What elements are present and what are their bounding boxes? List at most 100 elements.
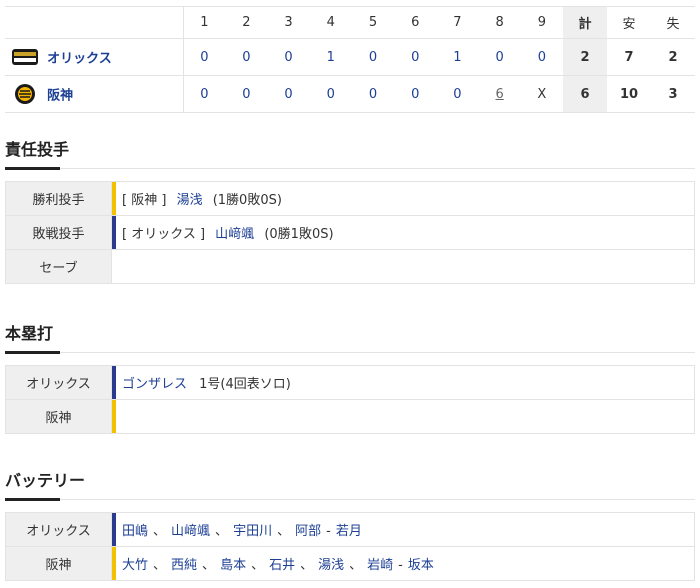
- inning-score[interactable]: 0: [225, 75, 268, 113]
- row-label: 阪神: [5, 399, 112, 434]
- pitcher-row-save: セーブ: [5, 249, 695, 284]
- row-label: 阪神: [5, 546, 112, 581]
- player-link[interactable]: 岩崎: [367, 558, 393, 573]
- total-hits: 10: [607, 75, 651, 113]
- player-link[interactable]: 石井: [269, 558, 295, 573]
- inning-score[interactable]: 0: [351, 38, 395, 76]
- errors-header: 失: [651, 6, 695, 39]
- homerun-row-home: 阪神: [5, 399, 695, 434]
- inning-score[interactable]: 0: [267, 75, 310, 113]
- homerun-detail: 1号(4回表ソロ): [199, 377, 291, 392]
- player-link[interactable]: 坂本: [408, 558, 434, 573]
- inning-score[interactable]: 0: [351, 75, 395, 113]
- row-value: ゴンザレス 1号(4回表ソロ): [111, 365, 695, 400]
- total-hits: 7: [607, 38, 651, 76]
- inning-score[interactable]: 0: [478, 38, 521, 76]
- team-name-link[interactable]: オリックス: [47, 52, 112, 67]
- inning-header: 6: [394, 6, 437, 39]
- inning-score[interactable]: 0: [520, 38, 563, 76]
- inning-score: X: [520, 75, 563, 113]
- section-divider: [5, 167, 695, 170]
- separator: 、: [215, 524, 229, 539]
- row-value: [ 阪神 ] 湯浅 (1勝0敗0S): [111, 181, 695, 216]
- inning-score[interactable]: 0: [394, 75, 437, 113]
- inning-score[interactable]: 0: [225, 38, 268, 76]
- runs-header: 計: [563, 6, 607, 39]
- homeruns-table: オリックス ゴンザレス 1号(4回表ソロ) 阪神: [5, 365, 695, 434]
- inning-score[interactable]: 0: [183, 38, 226, 76]
- battery-table: オリックス 田嶋、山﨑颯、宇田川、阿部 - 若月 阪神 大竹、西純、島本、石井、湯浅…: [5, 512, 695, 581]
- homeruns-section-title: 本塁打: [5, 324, 54, 343]
- inning-header: 3: [267, 6, 310, 39]
- player-link[interactable]: 大竹: [122, 558, 148, 573]
- team-row-away: オリックス 0 0 0 1 0 0 1 0 0 2 7 2: [5, 38, 695, 76]
- inning-header: 5: [351, 6, 395, 39]
- row-value: 大竹、西純、島本、石井、湯浅、岩崎 - 坂本: [111, 546, 695, 581]
- player-link[interactable]: 宇田川: [233, 524, 272, 539]
- row-value: [111, 249, 695, 284]
- separator: 、: [349, 558, 363, 573]
- inning-score[interactable]: 0: [267, 38, 310, 76]
- total-runs: 2: [563, 38, 607, 76]
- inning-score[interactable]: 0: [183, 75, 226, 113]
- team-name-link[interactable]: 阪神: [47, 89, 73, 104]
- team-cell[interactable]: オリックス: [5, 38, 184, 76]
- team-bracket: [ オリックス ]: [122, 227, 206, 242]
- tigers-logo-icon: [15, 84, 35, 104]
- team-row-home: 阪神 0 0 0 0 0 0 0 6 X 6 10 3: [5, 75, 695, 113]
- row-value: [ オリックス ] 山﨑颯 (0勝1敗0S): [111, 215, 695, 250]
- inning-header: 9: [520, 6, 563, 39]
- inning-header: 7: [436, 6, 479, 39]
- inning-score[interactable]: 0: [394, 38, 437, 76]
- battery-row-away: オリックス 田嶋、山﨑颯、宇田川、阿部 - 若月: [5, 512, 695, 547]
- row-label: セーブ: [5, 249, 112, 284]
- pitcher-record: (0勝1敗0S): [264, 227, 334, 242]
- pitcher-row-loss: 敗戦投手 [ オリックス ] 山﨑颯 (0勝1敗0S): [5, 215, 695, 250]
- player-link[interactable]: 島本: [220, 558, 246, 573]
- inning-score[interactable]: 1: [436, 38, 479, 76]
- scoreboard-header-row: 1 2 3 4 5 6 7 8 9 計 安 失: [5, 6, 695, 39]
- inning-score-link[interactable]: 6: [478, 75, 521, 113]
- player-link[interactable]: 阿部: [295, 524, 321, 539]
- total-runs: 6: [563, 75, 607, 113]
- hits-header: 安: [607, 6, 651, 39]
- player-link[interactable]: 山﨑颯: [215, 227, 254, 242]
- pitchers-table: 勝利投手 [ 阪神 ] 湯浅 (1勝0敗0S) 敗戦投手 [ オリックス ] 山…: [5, 181, 695, 284]
- player-link[interactable]: ゴンザレス: [122, 377, 187, 392]
- pitchers-section-title: 責任投手: [5, 140, 70, 159]
- scoreboard-table: 1 2 3 4 5 6 7 8 9 計 安 失 オリックス 0 0 0 1 0 …: [5, 6, 695, 113]
- row-value: 田嶋、山﨑颯、宇田川、阿部 - 若月: [111, 512, 695, 547]
- separator: 、: [153, 558, 167, 573]
- player-link[interactable]: 西純: [171, 558, 197, 573]
- player-link[interactable]: 湯浅: [318, 558, 344, 573]
- row-label: 勝利投手: [5, 181, 112, 216]
- separator: 、: [251, 558, 265, 573]
- separator: 、: [153, 524, 167, 539]
- row-label: 敗戦投手: [5, 215, 112, 250]
- separator: 、: [277, 524, 291, 539]
- separator: 、: [202, 558, 216, 573]
- inning-score[interactable]: 0: [309, 75, 352, 113]
- battery-section-title: バッテリー: [5, 471, 86, 490]
- pitcher-row-win: 勝利投手 [ 阪神 ] 湯浅 (1勝0敗0S): [5, 181, 695, 216]
- inning-header: 8: [478, 6, 521, 39]
- row-label: オリックス: [5, 365, 112, 400]
- inning-header: 2: [225, 6, 268, 39]
- row-label: オリックス: [5, 512, 112, 547]
- section-divider: [5, 351, 695, 354]
- team-cell[interactable]: 阪神: [5, 75, 184, 113]
- section-divider: [5, 498, 695, 501]
- battery-row-home: 阪神 大竹、西純、島本、石井、湯浅、岩崎 - 坂本: [5, 546, 695, 581]
- separator: -: [326, 524, 331, 539]
- player-link[interactable]: 山﨑颯: [171, 524, 210, 539]
- pitcher-record: (1勝0敗0S): [212, 193, 282, 208]
- inning-score[interactable]: 0: [436, 75, 479, 113]
- separator: 、: [300, 558, 314, 573]
- team-header-cell: [5, 6, 184, 39]
- player-link[interactable]: 田嶋: [122, 524, 148, 539]
- player-link[interactable]: 湯浅: [177, 193, 203, 208]
- inning-score[interactable]: 1: [309, 38, 352, 76]
- separator: -: [398, 558, 403, 573]
- player-link[interactable]: 若月: [336, 524, 362, 539]
- inning-header: 4: [309, 6, 352, 39]
